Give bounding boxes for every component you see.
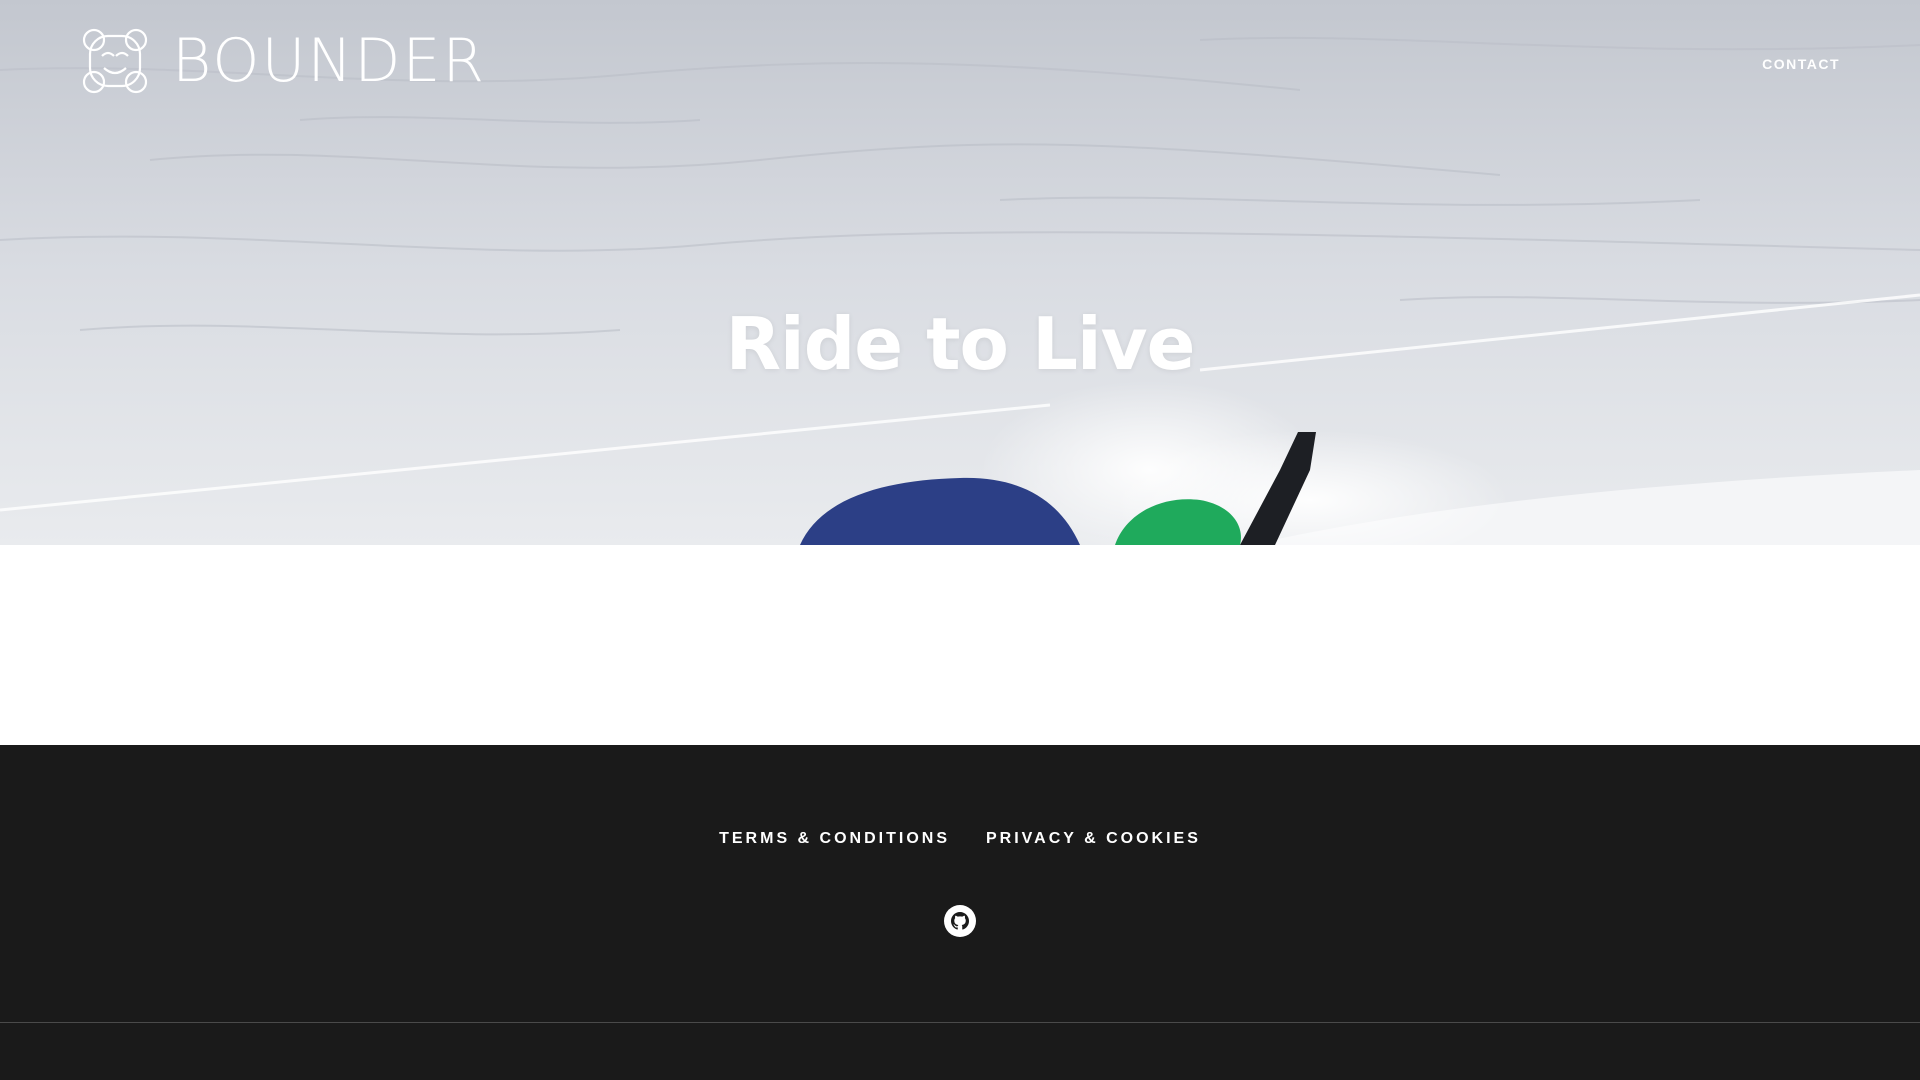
brand-logo[interactable]: BOUNDER xyxy=(80,26,486,96)
hero-title: Ride to Live xyxy=(725,302,1196,386)
github-link[interactable] xyxy=(944,905,976,937)
footer-bottom-bar xyxy=(0,1023,1920,1080)
site-footer: TERMS & CONDITIONS PRIVACY & COOKIES xyxy=(0,745,1920,1022)
logo-bear-icon xyxy=(82,28,148,94)
footer-link-terms[interactable]: TERMS & CONDITIONS xyxy=(719,830,950,848)
hero-section: BOUNDER CONTACT Ride to Live xyxy=(0,0,1920,545)
github-icon xyxy=(951,912,969,930)
footer-nav: TERMS & CONDITIONS PRIVACY & COOKIES xyxy=(0,830,1920,848)
main-content xyxy=(0,545,1920,745)
footer-link-privacy[interactable]: PRIVACY & COOKIES xyxy=(986,830,1201,848)
nav-contact-link[interactable]: CONTACT xyxy=(1762,56,1840,72)
logo-wordmark: BOUNDER xyxy=(172,26,487,96)
